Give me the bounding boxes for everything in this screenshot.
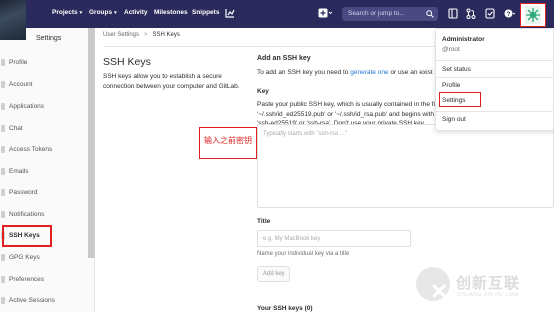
sessions-icon: [1, 297, 5, 304]
sidebar-item-label: Notifications: [9, 211, 45, 218]
nav-projects-label: Projects: [52, 9, 78, 16]
settings-highlight-box: [439, 92, 481, 107]
sidebar-header: Settings: [36, 35, 62, 42]
sidebar-item-preferences[interactable]: Preferences: [0, 273, 95, 287]
add-key-instructions: To add an SSH key you need to generate o…: [257, 69, 433, 76]
sidebar-item-label: GPG Keys: [9, 254, 40, 261]
sidebar-item-label: Preferences: [9, 276, 45, 283]
merge-request-icon[interactable]: [466, 8, 476, 19]
plus-icon[interactable]: [318, 8, 332, 19]
nav-projects[interactable]: Projects ▾: [52, 9, 82, 16]
title-input[interactable]: e.g. My MacBook key: [257, 230, 411, 247]
add-key-button-label: Add key: [263, 271, 285, 277]
dropdown-divider: [436, 77, 554, 78]
preferences-icon: [1, 276, 5, 283]
key-placeholder: Typically starts with "ssh-rsa ...": [263, 131, 347, 137]
breadcrumb-parent[interactable]: User Settings: [103, 32, 139, 38]
add-key-button[interactable]: Add key: [257, 266, 290, 282]
annotation-text: 输入之前密钥: [204, 136, 252, 145]
ssh-keys-highlight-box: [2, 225, 52, 247]
key-icon: [1, 254, 5, 261]
watermark: ✕ 创新互联 CHUANG XIN HU LIAN: [410, 258, 554, 312]
breadcrumb: User Settings > SSH Keys: [103, 32, 180, 38]
sidebar-item-profile[interactable]: Profile: [0, 56, 95, 70]
nav-snippets[interactable]: Snippets: [192, 9, 219, 16]
search-placeholder: Search or jump to...: [348, 10, 405, 17]
sidebar-item-account[interactable]: Account: [0, 78, 95, 92]
todo-icon[interactable]: [485, 8, 495, 19]
your-ssh-keys-heading: Your SSH keys (0): [257, 305, 313, 312]
user-dropdown-menu: Administrator @root Set status Profile S…: [435, 28, 554, 131]
nav-groups[interactable]: Groups ▾: [89, 9, 117, 16]
settings-sidebar: Settings Profile Account Applications Ch…: [0, 28, 95, 312]
bell-icon: [1, 211, 5, 218]
sidebar-item-label: Profile: [9, 59, 28, 66]
sidebar-item-notifications[interactable]: Notifications: [0, 208, 95, 222]
sidebar-scrollbar[interactable]: [88, 28, 95, 258]
applications-icon: [1, 103, 5, 110]
breadcrumb-separator: >: [144, 32, 148, 38]
corner-image: [0, 0, 26, 40]
sidebar-item-label: Applications: [9, 103, 45, 110]
profile-icon: [1, 59, 5, 66]
set-status-item[interactable]: Set status: [442, 66, 471, 73]
layout-icon[interactable]: [448, 8, 458, 19]
svg-text:?: ?: [507, 12, 511, 18]
sidebar-item-access-tokens[interactable]: Access Tokens: [0, 143, 95, 157]
sidebar-item-label: Account: [9, 81, 33, 88]
sidebar-item-label: Chat: [9, 125, 23, 132]
sidebar-item-label: Access Tokens: [9, 146, 53, 153]
add-key-suffix: or use an exist: [388, 69, 433, 76]
avatar-icon: [525, 6, 541, 24]
page-description: SSH keys allow you to establish a secure…: [103, 73, 240, 90]
account-icon: [1, 81, 5, 88]
chevron-down-icon: ▾: [114, 10, 117, 16]
chat-icon: [1, 125, 5, 132]
sidebar-item-label: Emails: [9, 168, 29, 175]
search-icon: [426, 10, 434, 18]
annotation-box: 输入之前密钥: [199, 127, 257, 159]
page-title: SSH Keys: [103, 56, 151, 68]
search-input[interactable]: Search or jump to...: [342, 7, 438, 21]
title-label: Title: [257, 218, 271, 225]
sidebar-item-password[interactable]: Password: [0, 186, 95, 200]
dropdown-divider: [436, 60, 554, 61]
generate-one-link[interactable]: generate one: [350, 69, 388, 76]
lock-icon: [1, 189, 5, 196]
watermark-chinese: 创新互联: [456, 275, 521, 292]
sidebar-item-emails[interactable]: Emails: [0, 165, 95, 179]
sidebar-item-chat[interactable]: Chat: [0, 122, 95, 136]
add-ssh-key-title: Add an SSH key: [257, 55, 311, 62]
token-icon: [1, 146, 5, 153]
user-avatar-button[interactable]: [520, 3, 546, 27]
watermark-logo-icon: ✕: [416, 267, 450, 304]
nav-milestones[interactable]: Milestones: [154, 9, 188, 16]
email-icon: [1, 168, 5, 175]
top-navbar: Projects ▾ Groups ▾ Activity Milestones Sn…: [0, 0, 554, 28]
nav-activity[interactable]: Activity: [124, 9, 147, 16]
profile-item[interactable]: Profile: [442, 82, 460, 89]
sidebar-item-label: Password: [9, 189, 38, 196]
title-placeholder: e.g. My MacBook key: [263, 236, 321, 242]
nav-groups-label: Groups: [89, 9, 113, 16]
dropdown-user-name: Administrator: [442, 36, 485, 43]
sign-out-item[interactable]: Sign out: [442, 116, 466, 123]
chevron-down-icon: ▾: [79, 10, 83, 16]
key-textarea[interactable]: Typically starts with "ssh-rsa ...": [257, 124, 554, 208]
watermark-english: CHUANG XIN HU LIAN: [457, 292, 519, 298]
chart-icon[interactable]: [225, 8, 235, 18]
sidebar-item-active-sessions[interactable]: Active Sessions: [0, 294, 95, 308]
dropdown-username: @root: [442, 46, 460, 53]
sidebar-item-applications[interactable]: Applications: [0, 100, 95, 114]
add-key-prefix: To add an SSH key you need to: [257, 69, 351, 76]
key-label: Key: [257, 88, 269, 95]
sidebar-item-gpg-keys[interactable]: GPG Keys: [0, 251, 95, 265]
dropdown-divider: [436, 111, 554, 112]
title-help-text: Name your individual key via a title: [257, 251, 350, 257]
help-icon[interactable]: ?: [504, 8, 515, 19]
breadcrumb-current[interactable]: SSH Keys: [153, 32, 180, 38]
sidebar-item-label: Active Sessions: [9, 297, 55, 304]
